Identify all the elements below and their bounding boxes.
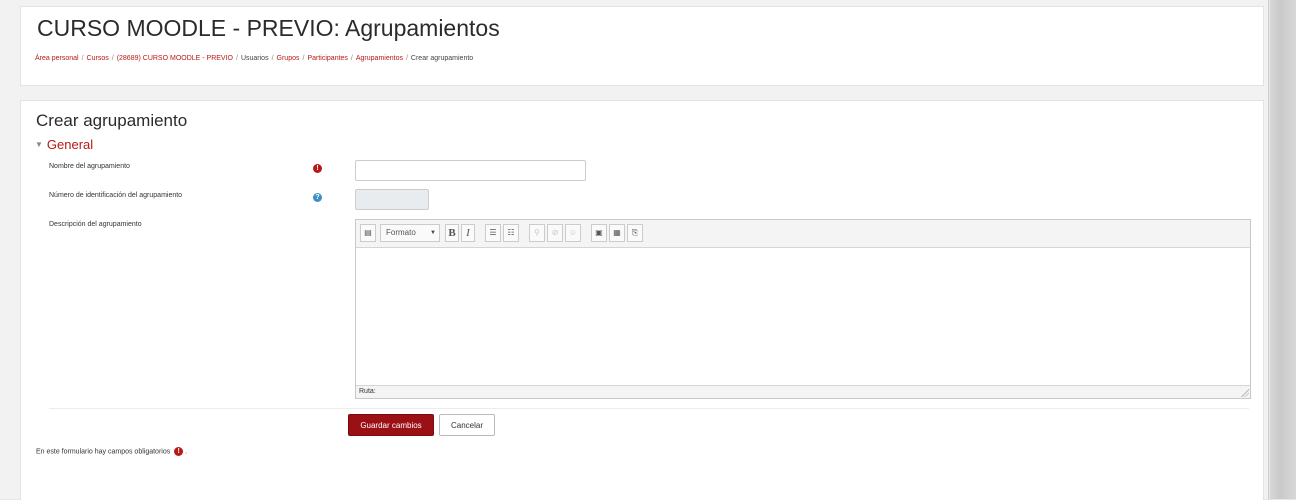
id-number-field-label: Número de identificación del agrupamient… <box>49 192 183 199</box>
name-field-label: Nombre del agrupamiento <box>49 163 130 170</box>
breadcrumb-item-current: Crear agrupamiento <box>410 55 474 62</box>
breadcrumb-item-participantes[interactable]: Participantes <box>307 55 347 62</box>
bullet-list-icon[interactable]: ☰ <box>485 224 501 242</box>
breadcrumb-separator: / <box>236 55 238 62</box>
link-icon[interactable]: ⚲ <box>529 224 545 242</box>
chevron-down-icon: ▼ <box>430 230 436 236</box>
required-note-text: En este formulario hay campos obligatori… <box>36 448 171 456</box>
breadcrumb-separator: / <box>405 55 408 62</box>
page-header: CURSO MOODLE - PREVIO: Agrupamientos Áre… <box>20 6 1264 86</box>
breadcrumb-item-cursos[interactable]: Cursos <box>87 55 109 62</box>
breadcrumb-item-agrupamientos[interactable]: Agrupamientos <box>356 55 403 62</box>
breadcrumb-separator: / <box>81 55 84 62</box>
numbered-list-icon[interactable]: ☷ <box>503 224 519 242</box>
toolbar-toggle-icon[interactable]: ▤ <box>360 224 376 242</box>
breadcrumb-separator: / <box>111 55 114 62</box>
required-fields-note: En este formulario hay campos obligatori… <box>36 447 187 456</box>
required-note-suffix: . <box>185 448 188 456</box>
cancel-button[interactable]: Cancelar <box>439 414 495 436</box>
file-manager-icon[interactable]: ⎘ <box>627 224 643 242</box>
breadcrumb-separator: / <box>271 55 274 62</box>
vertical-scrollbar[interactable] <box>1270 0 1296 499</box>
media-icon[interactable]: ▦ <box>609 224 625 242</box>
page-title: CURSO MOODLE - PREVIO: Agrupamientos <box>37 15 500 41</box>
breadcrumb-item-usuarios: Usuarios <box>240 55 269 62</box>
save-button[interactable]: Guardar cambios <box>348 414 434 436</box>
description-editor: ▤ Formato ▼ B I ☰ ☷ ⚲ ⊘ ☺ ▣ ▦ ⎘ Ruta: <box>355 219 1251 399</box>
exclamation-icon: ! <box>313 164 322 173</box>
breadcrumb-item-area-personal[interactable]: Área personal <box>35 55 79 62</box>
exclamation-icon: ! <box>174 447 184 456</box>
format-select[interactable]: Formato ▼ <box>380 224 440 242</box>
grouping-name-input[interactable] <box>355 160 586 181</box>
editor-footer: Ruta: <box>356 385 1250 398</box>
form-divider <box>49 408 1249 409</box>
browser-viewport: CURSO MOODLE - PREVIO: Agrupamientos Áre… <box>0 0 1269 500</box>
breadcrumb-item-grupos[interactable]: Grupos <box>277 55 300 62</box>
description-field-label: Descripción del agrupamiento <box>49 221 142 228</box>
italic-button[interactable]: I <box>461 224 475 242</box>
breadcrumb-separator: / <box>350 55 353 62</box>
emoticon-icon[interactable]: ☺ <box>565 224 581 242</box>
question-icon[interactable]: ? <box>313 193 322 202</box>
editor-path-label: Ruta: <box>359 388 376 395</box>
format-select-label: Formato <box>386 228 416 237</box>
bold-button[interactable]: B <box>445 224 459 242</box>
unlink-icon[interactable]: ⊘ <box>547 224 563 242</box>
collapse-caret-icon: ▼ <box>35 140 43 149</box>
resize-grip-icon[interactable] <box>1241 389 1249 397</box>
image-icon[interactable]: ▣ <box>591 224 607 242</box>
section-toggle-general[interactable]: ▼ General <box>35 137 93 152</box>
form-title: Crear agrupamiento <box>36 111 188 130</box>
breadcrumb: Área personal / Cursos / (28689) CURSO MOODL… <box>35 55 473 62</box>
editor-toolbar: ▤ Formato ▼ B I ☰ ☷ ⚲ ⊘ ☺ ▣ ▦ ⎘ <box>356 220 1250 248</box>
breadcrumb-item-course[interactable]: (28689) CURSO MOODLE - PREVIO <box>117 55 233 62</box>
section-title: General <box>46 137 94 152</box>
form-card: Crear agrupamiento ▼ General Nombre del a… <box>20 100 1264 500</box>
grouping-id-number-input[interactable] <box>355 189 429 210</box>
